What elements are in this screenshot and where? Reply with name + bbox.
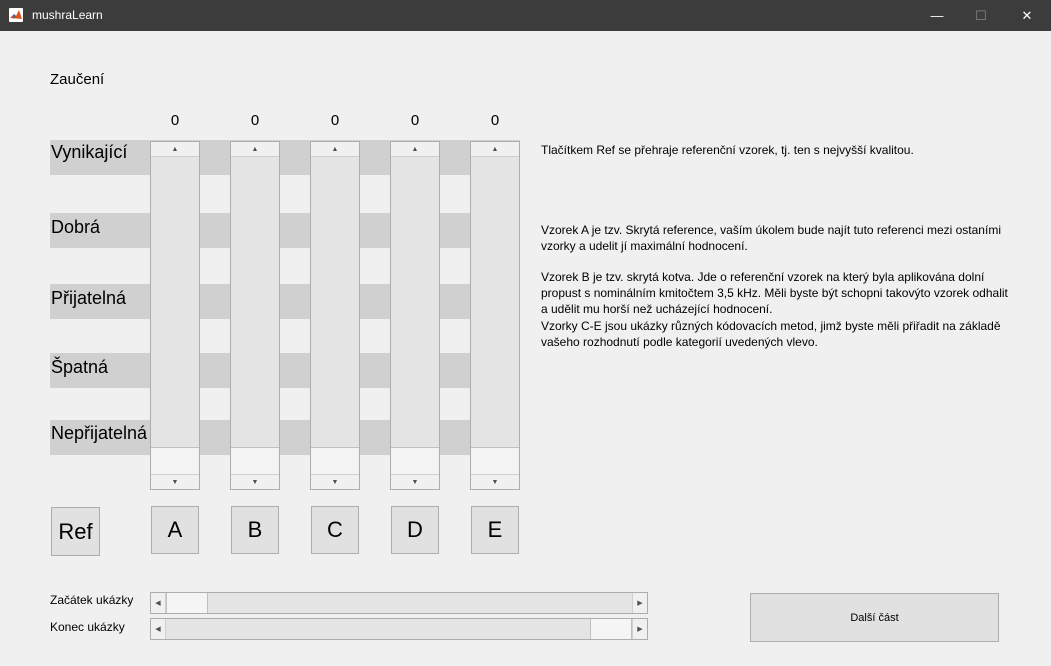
title-bar: mushraLearn — ☐ ✕	[0, 0, 1051, 31]
category-label-good: Dobrá	[51, 217, 101, 237]
end-label: Konec ukázky	[50, 620, 125, 634]
category-label-bad: Nepřijatelná	[51, 423, 148, 443]
end-scrollbar-thumb[interactable]	[590, 619, 632, 639]
sample-value-d: 0	[410, 112, 420, 129]
slider-down-arrow-icon[interactable]: ▼	[471, 474, 519, 489]
sample-button-c[interactable]: C	[311, 506, 359, 554]
category-label-excellent: Vynikající	[51, 142, 128, 162]
sample-button-b[interactable]: B	[231, 506, 279, 554]
slider-down-arrow-icon[interactable]: ▼	[231, 474, 279, 489]
sample-button-d[interactable]: D	[391, 506, 439, 554]
slider-up-arrow-icon[interactable]: ▲	[311, 142, 359, 157]
scroll-right-arrow-icon[interactable]: ▶	[632, 593, 647, 613]
info-ref: Tlačítkem Ref se přehraje referenční vzo…	[541, 143, 914, 157]
slider-thumb[interactable]	[471, 447, 519, 475]
slider-down-arrow-icon[interactable]: ▼	[391, 474, 439, 489]
slider-down-arrow-icon[interactable]: ▼	[311, 474, 359, 489]
rating-slider-c[interactable]: ▲ ▼	[310, 141, 360, 490]
category-label-fair: Přijatelná	[51, 288, 127, 308]
sample-button-a[interactable]: A	[151, 506, 199, 554]
minimize-icon[interactable]: —	[914, 0, 960, 31]
start-scrollbar[interactable]: ◀ ▶	[150, 592, 648, 614]
slider-up-arrow-icon[interactable]: ▲	[151, 142, 199, 157]
sample-value-a: 0	[170, 112, 180, 129]
ref-button[interactable]: Ref	[51, 507, 100, 556]
end-scrollbar[interactable]: ◀ ▶	[150, 618, 648, 640]
start-scrollbar-thumb[interactable]	[166, 593, 208, 613]
slider-thumb[interactable]	[231, 447, 279, 475]
sample-value-b: 0	[250, 112, 260, 129]
section-heading: Zaučení	[50, 71, 105, 88]
slider-down-arrow-icon[interactable]: ▼	[151, 474, 199, 489]
slider-thumb[interactable]	[311, 447, 359, 475]
rating-slider-b[interactable]: ▲ ▼	[230, 141, 280, 490]
category-label-poor: Špatná	[51, 357, 109, 377]
scroll-right-arrow-icon[interactable]: ▶	[632, 619, 647, 639]
maximize-icon[interactable]: ☐	[958, 0, 1004, 31]
window-title: mushraLearn	[32, 8, 103, 22]
category-band	[50, 353, 520, 388]
sample-value-e: 0	[490, 112, 500, 129]
scroll-left-arrow-icon[interactable]: ◀	[151, 593, 166, 613]
rating-slider-d[interactable]: ▲ ▼	[390, 141, 440, 490]
rating-slider-a[interactable]: ▲ ▼	[150, 141, 200, 490]
matlab-logo-icon	[9, 8, 23, 22]
info-sample-b: Vzorek B je tzv. skrytá kotva. Jde o ref…	[541, 270, 1008, 316]
slider-up-arrow-icon[interactable]: ▲	[391, 142, 439, 157]
next-part-button[interactable]: Další část	[750, 593, 999, 642]
info-sample-a: Vzorek A je tzv. Skrytá reference, vaším…	[541, 223, 1001, 253]
close-icon[interactable]: ✕	[1004, 0, 1050, 31]
slider-up-arrow-icon[interactable]: ▲	[231, 142, 279, 157]
sample-value-c: 0	[330, 112, 340, 129]
scroll-left-arrow-icon[interactable]: ◀	[151, 619, 166, 639]
info-samples-c-e: Vzorky C-E jsou ukázky různých kódovacíc…	[541, 319, 1001, 349]
slider-thumb[interactable]	[151, 447, 199, 475]
slider-thumb[interactable]	[391, 447, 439, 475]
category-band	[50, 213, 520, 248]
slider-up-arrow-icon[interactable]: ▲	[471, 142, 519, 157]
start-label: Začátek ukázky	[50, 593, 134, 607]
rating-slider-e[interactable]: ▲ ▼	[470, 141, 520, 490]
sample-button-e[interactable]: E	[471, 506, 519, 554]
